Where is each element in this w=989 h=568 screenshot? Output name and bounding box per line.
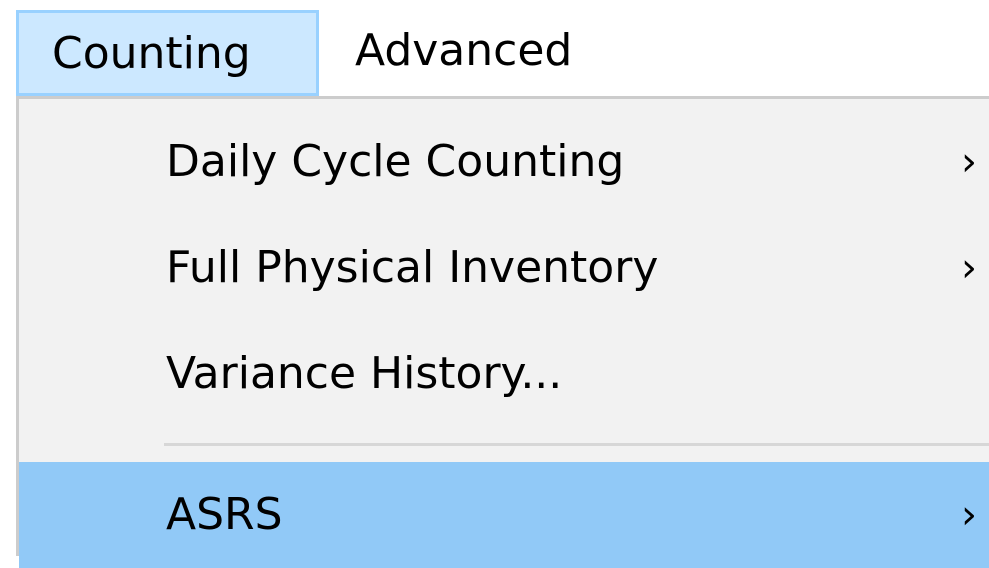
chevron-right-icon: › — [961, 245, 977, 291]
menu-advanced-label: Advanced — [355, 25, 573, 76]
counting-dropdown-menu: Daily Cycle Counting › Full Physical Inv… — [16, 96, 989, 568]
menu-item-label: ASRS — [166, 489, 283, 540]
menu-bar: Counting Advanced — [0, 0, 989, 96]
menu-item-daily-cycle-counting[interactable]: Daily Cycle Counting › — [19, 109, 989, 215]
chevron-right-icon: › — [961, 492, 977, 538]
menu-item-label: Full Physical Inventory — [166, 242, 659, 293]
menu-counting[interactable]: Counting — [16, 10, 319, 96]
menu-item-label: Variance History... — [166, 348, 563, 399]
chevron-right-icon: › — [961, 139, 977, 185]
menu-advanced[interactable]: Advanced — [355, 10, 655, 96]
menu-item-asrs[interactable]: ASRS › — [19, 462, 989, 568]
menu-separator — [164, 443, 989, 446]
menu-item-label: Daily Cycle Counting — [166, 136, 625, 187]
menu-item-full-physical-inventory[interactable]: Full Physical Inventory › — [19, 215, 989, 321]
menu-counting-label: Counting — [52, 28, 251, 79]
menu-item-variance-history[interactable]: Variance History... — [19, 321, 989, 427]
